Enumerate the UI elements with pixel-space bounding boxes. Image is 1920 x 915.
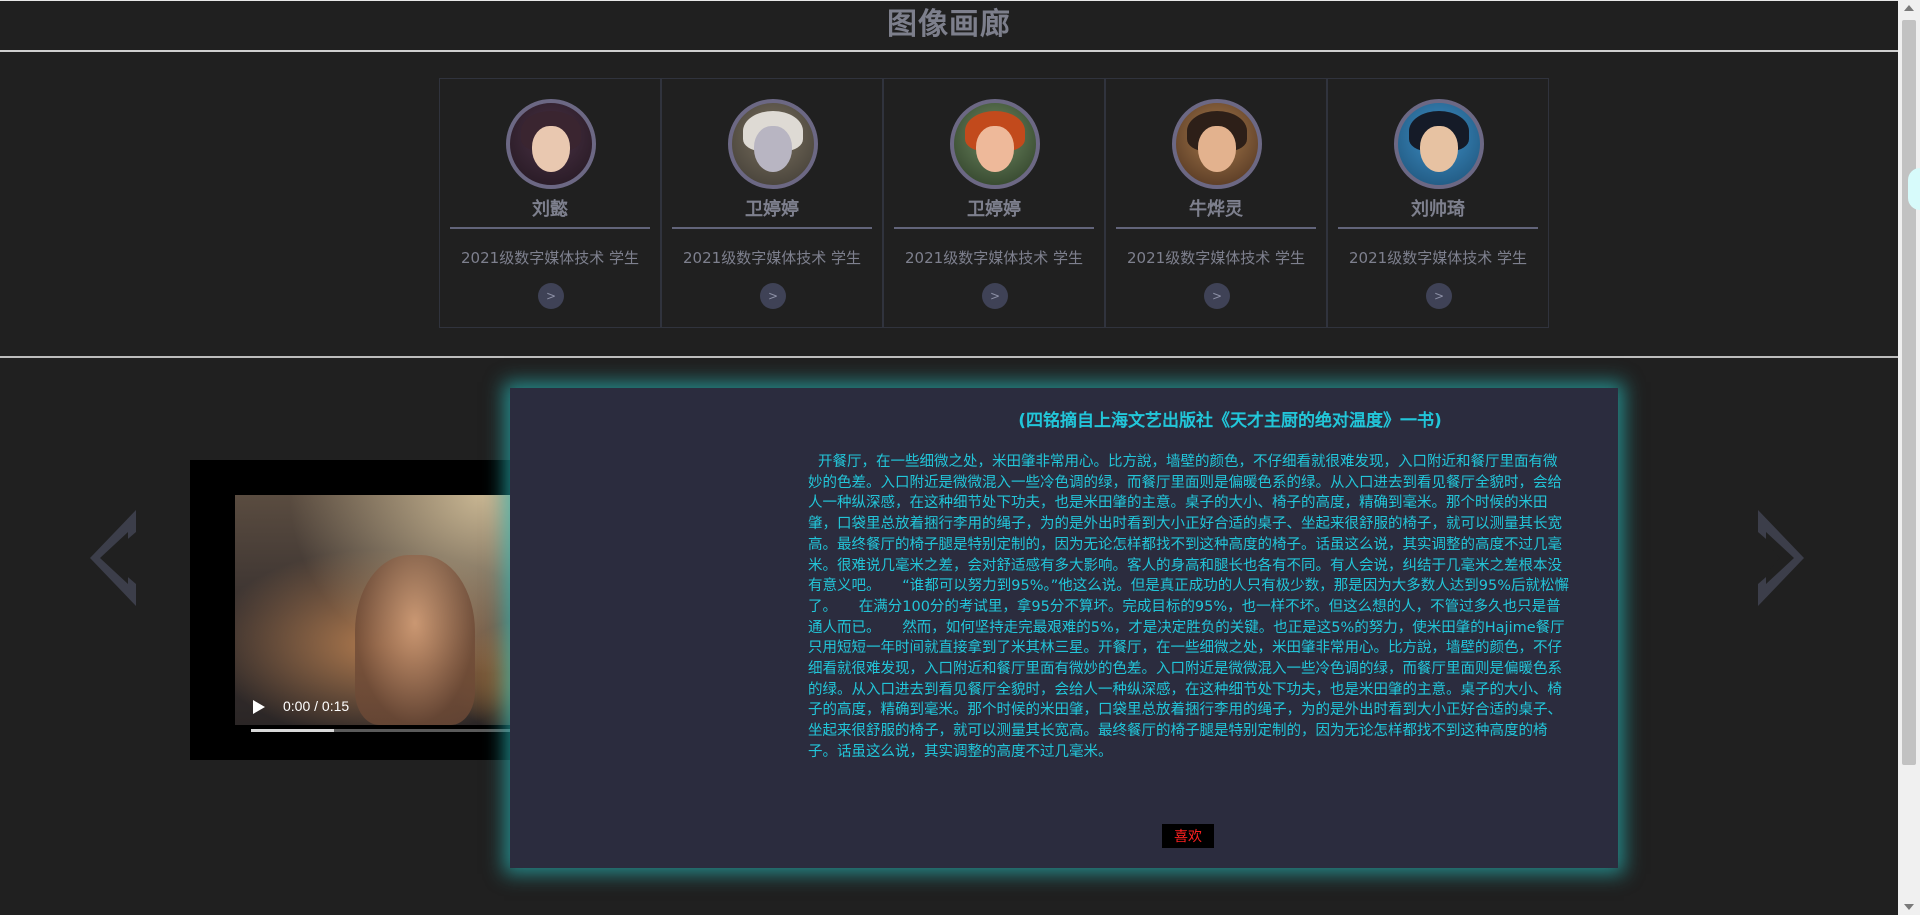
article-body: 开餐厅，在一些细微之处，米田肇非常用心。比方說，墙壁的颜色，不仔细看就很难发现，… (808, 454, 1569, 760)
team-card: 卫婷婷 2021级数字媒体技术 学生 > (883, 78, 1105, 328)
scrollbar[interactable] (1898, 0, 1920, 915)
avatar (950, 99, 1040, 189)
article-title: (四铭摘自上海文艺出版社《天才主厨的绝对温度》一书) (1018, 411, 1442, 431)
team-card: 刘懿 2021级数字媒体技术 学生 > (439, 78, 661, 328)
team-card: 刘帅琦 2021级数字媒体技术 学生 > (1327, 78, 1549, 328)
member-role: 2021级数字媒体技术 学生 (461, 249, 639, 267)
member-role: 2021级数字媒体技术 学生 (1127, 249, 1305, 267)
member-name: 刘懿 (532, 199, 568, 220)
like-button[interactable]: 喜欢 (1162, 824, 1214, 848)
divider (450, 227, 650, 229)
member-name: 刘帅琦 (1411, 199, 1465, 220)
scroll-up-icon[interactable] (1904, 5, 1914, 11)
video-time: 0:00 / 0:15 (283, 698, 350, 714)
header: 图像画廊 (0, 0, 1898, 52)
member-detail-button[interactable]: > (760, 283, 786, 309)
member-role: 2021级数字媒体技术 学生 (1349, 249, 1527, 267)
chevron-left-icon[interactable] (88, 508, 140, 608)
play-icon[interactable] (251, 698, 267, 716)
avatar (728, 99, 818, 189)
team-card-list: 刘懿 2021级数字媒体技术 学生 > 卫婷婷 2021级数字媒体技术 学生 >… (439, 78, 1550, 328)
article-panel: (四铭摘自上海文艺出版社《天才主厨的绝对温度》一书) 开餐厅，在一些细微之处，米… (510, 388, 1618, 868)
avatar (506, 99, 596, 189)
divider (894, 227, 1094, 229)
page: 图像画廊 刘懿 2021级数字媒体技术 学生 > 卫婷婷 2021级数字媒体技术… (0, 0, 1920, 915)
divider (1116, 227, 1316, 229)
scrollbar-thumb[interactable] (1902, 20, 1916, 765)
member-detail-button[interactable]: > (982, 283, 1008, 309)
chevron-right-icon[interactable] (1754, 508, 1806, 608)
page-title: 图像画廊 (887, 7, 1011, 42)
member-name: 卫婷婷 (967, 199, 1021, 220)
avatar (1394, 99, 1484, 189)
team-card: 卫婷婷 2021级数字媒体技术 学生 > (661, 78, 883, 328)
member-role: 2021级数字媒体技术 学生 (905, 249, 1083, 267)
member-detail-button[interactable]: > (1204, 283, 1230, 309)
team-card: 牛烨灵 2021级数字媒体技术 学生 > (1105, 78, 1327, 328)
divider (1338, 227, 1538, 229)
video-progress-fill (251, 729, 335, 732)
avatar (1172, 99, 1262, 189)
member-detail-button[interactable]: > (538, 283, 564, 309)
member-name: 牛烨灵 (1189, 199, 1243, 220)
member-name: 卫婷婷 (745, 199, 799, 220)
scroll-down-icon[interactable] (1904, 904, 1914, 910)
member-detail-button[interactable]: > (1426, 283, 1452, 309)
divider (672, 227, 872, 229)
floating-widget[interactable] (1908, 168, 1920, 210)
team-section: 刘懿 2021级数字媒体技术 学生 > 卫婷婷 2021级数字媒体技术 学生 >… (0, 52, 1898, 358)
member-role: 2021级数字媒体技术 学生 (683, 249, 861, 267)
